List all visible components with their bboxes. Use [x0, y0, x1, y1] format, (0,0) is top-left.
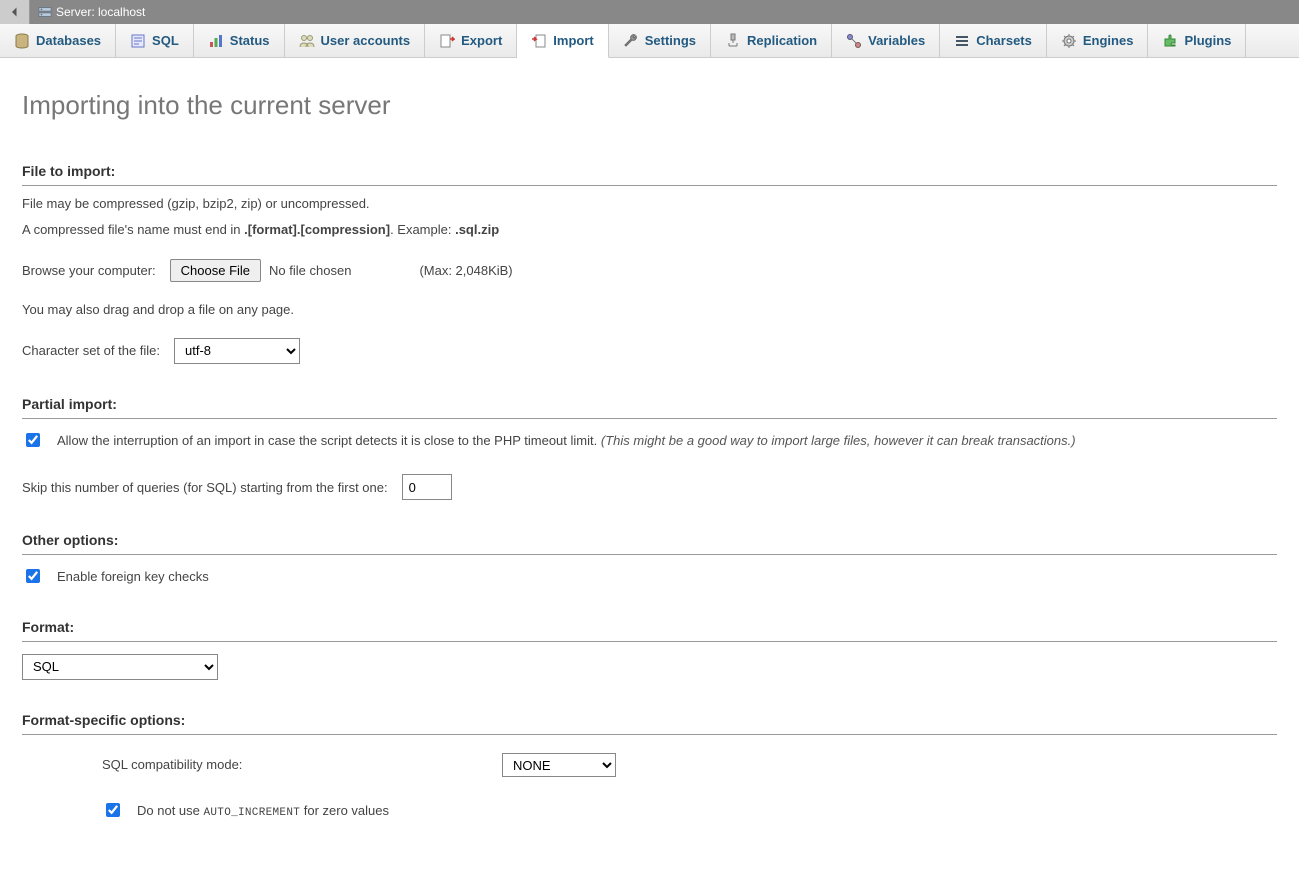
format-heading: Format: [22, 617, 1277, 642]
back-button[interactable] [0, 0, 30, 24]
page-title: Importing into the current server [22, 90, 1277, 121]
tab-useraccounts[interactable]: User accounts [285, 24, 426, 57]
page-content: Importing into the current server File t… [0, 58, 1299, 872]
variables-icon [846, 33, 862, 49]
tab-engines[interactable]: Engines [1047, 24, 1149, 57]
tab-export[interactable]: Export [425, 24, 517, 57]
main-tabs: Databases SQL Status User accounts Expor… [0, 24, 1299, 58]
choose-file-button[interactable]: Choose File [170, 259, 261, 282]
breadcrumb-bar: Server: localhost [0, 0, 1299, 24]
database-icon [14, 33, 30, 49]
sql-icon [130, 33, 146, 49]
allow-interruption-label: Allow the interruption of an import in c… [57, 431, 1076, 451]
file-note-1: File may be compressed (gzip, bzip2, zip… [22, 194, 1277, 214]
server-icon [38, 5, 52, 20]
max-size-text: (Max: 2,048KiB) [419, 263, 512, 278]
engines-icon [1061, 33, 1077, 49]
tab-charsets[interactable]: Charsets [940, 24, 1047, 57]
no-file-text: No file chosen [269, 263, 351, 278]
allow-interruption-checkbox[interactable] [26, 433, 40, 447]
tab-replication[interactable]: Replication [711, 24, 832, 57]
status-icon [208, 33, 224, 49]
tab-import[interactable]: Import [517, 24, 608, 58]
export-icon [439, 33, 455, 49]
replication-icon [725, 33, 741, 49]
partial-import-heading: Partial import: [22, 394, 1277, 419]
charset-label: Character set of the file: [22, 343, 160, 358]
tab-settings[interactable]: Settings [609, 24, 711, 57]
skip-queries-label: Skip this number of queries (for SQL) st… [22, 480, 388, 495]
file-note-2: A compressed file's name must end in .[f… [22, 220, 1277, 240]
skip-queries-input[interactable] [402, 474, 452, 500]
tab-sql[interactable]: SQL [116, 24, 194, 57]
server-label[interactable]: Server: localhost [56, 5, 145, 19]
file-import-heading: File to import: [22, 161, 1277, 186]
compat-mode-label: SQL compatibility mode: [102, 757, 502, 772]
charset-select[interactable]: utf-8 [174, 338, 300, 364]
fk-checks-label: Enable foreign key checks [57, 567, 209, 587]
dragdrop-hint: You may also drag and drop a file on any… [22, 300, 1277, 320]
tab-databases[interactable]: Databases [0, 24, 116, 57]
arrow-left-icon [9, 6, 21, 18]
plugins-icon [1162, 33, 1178, 49]
format-select[interactable]: SQL [22, 654, 218, 680]
format-specific-heading: Format-specific options: [22, 710, 1277, 735]
tab-plugins[interactable]: Plugins [1148, 24, 1246, 57]
autoincrement-zero-checkbox[interactable] [106, 803, 120, 817]
other-options-heading: Other options: [22, 530, 1277, 555]
charsets-icon [954, 33, 970, 49]
browse-label: Browse your computer: [22, 263, 156, 278]
tab-status[interactable]: Status [194, 24, 285, 57]
wrench-icon [623, 33, 639, 49]
users-icon [299, 33, 315, 49]
compat-mode-select[interactable]: NONE [502, 753, 616, 777]
fk-checks-checkbox[interactable] [26, 569, 40, 583]
import-icon [531, 33, 547, 49]
autoincrement-zero-label: Do not use AUTO_INCREMENT for zero value… [137, 801, 389, 822]
tab-variables[interactable]: Variables [832, 24, 940, 57]
